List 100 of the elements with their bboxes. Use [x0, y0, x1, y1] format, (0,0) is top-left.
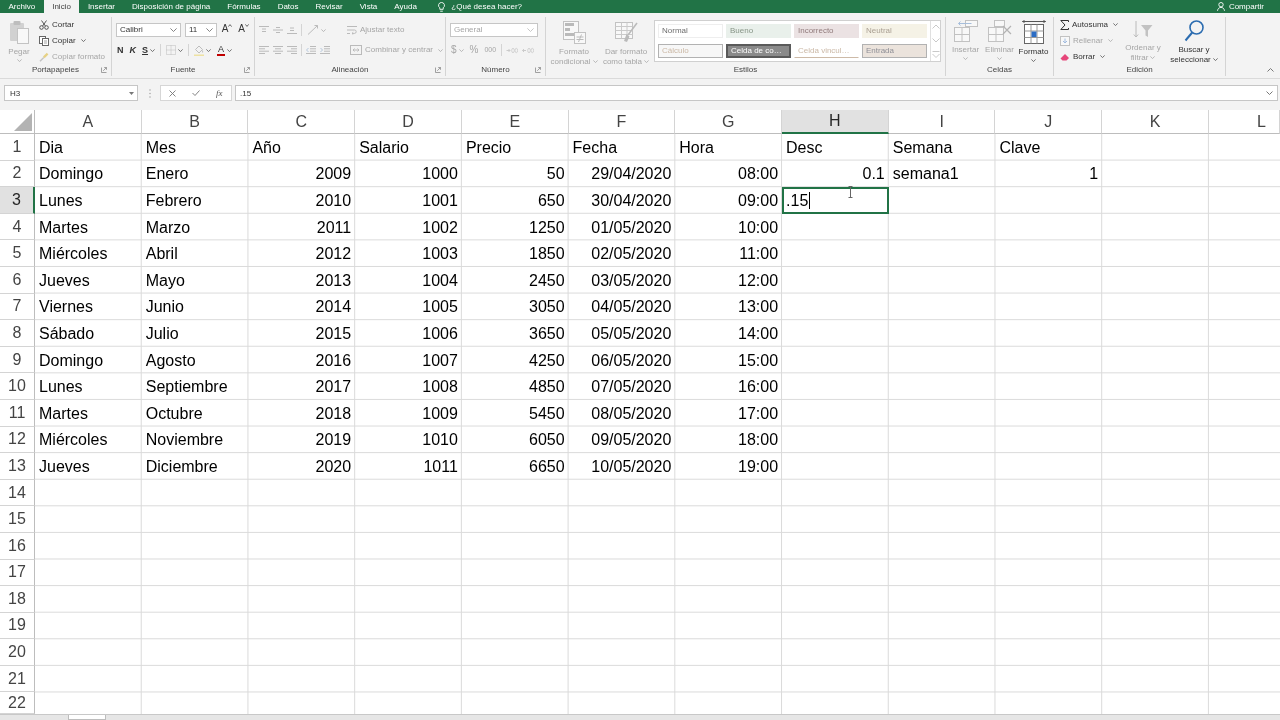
autosum-button[interactable]: Autosuma	[1058, 17, 1121, 32]
row-header[interactable]: 3	[0, 187, 35, 214]
table-cell-text: 30/04/2020	[590, 191, 673, 211]
borders-button[interactable]	[165, 43, 184, 57]
table-cell-text: Semana	[891, 137, 954, 158]
row-header[interactable]: 19	[0, 612, 35, 640]
menu-tab[interactable]: Vista	[351, 0, 386, 13]
sheet-tab[interactable]	[68, 715, 106, 720]
table-cell-text: 50	[545, 164, 566, 185]
name-box[interactable]: H3	[4, 85, 138, 101]
menu-tab[interactable]: Disposición de página	[123, 0, 219, 13]
bold-button[interactable]: N	[116, 43, 125, 57]
font-size-field[interactable]: 11	[184, 23, 217, 37]
font-color-button[interactable]: A	[216, 43, 233, 57]
menu-tab[interactable]: Fórmulas	[218, 0, 270, 13]
row-header[interactable]: 6	[0, 266, 35, 294]
column-header[interactable]: A	[35, 110, 142, 134]
find-select-button[interactable]: Buscar y seleccionar	[1166, 17, 1223, 64]
row-header[interactable]: 2	[0, 160, 35, 188]
scissors-icon	[39, 19, 49, 30]
formula-input[interactable]: .15	[235, 85, 1278, 101]
copy-button[interactable]: Copiar	[37, 33, 107, 48]
cut-button[interactable]: Cortar	[37, 17, 107, 32]
row-header[interactable]: 4	[0, 213, 35, 241]
delete-cells-icon	[987, 20, 1012, 42]
tell-me-search[interactable]: ¿Qué desea hacer?	[438, 0, 523, 13]
row-header[interactable]: 15	[0, 506, 35, 533]
dialog-launcher-icon[interactable]	[535, 67, 541, 73]
menu-tab[interactable]: Archivo	[0, 0, 44, 13]
clear-button[interactable]: Borrar	[1058, 49, 1121, 64]
column-header[interactable]: I	[888, 110, 996, 134]
row-header[interactable]: 12	[0, 426, 35, 454]
row-header[interactable]: 14	[0, 479, 35, 507]
column-header[interactable]: F	[568, 110, 676, 134]
font-name-field[interactable]: Calibri	[116, 23, 181, 37]
caret-icon	[1031, 59, 1036, 62]
table-cell-text: Febrero	[144, 191, 203, 211]
row-header[interactable]: 16	[0, 532, 35, 560]
menu-tab[interactable]: Ayuda	[385, 0, 426, 13]
menu-tab[interactable]: Inicio	[43, 0, 80, 13]
table-cell-text: Lunes	[38, 191, 84, 211]
format-cells-button[interactable]: Formato	[1018, 17, 1049, 64]
column-header[interactable]: D	[355, 110, 462, 134]
sigma-icon	[1060, 19, 1069, 30]
cell-input[interactable]: .15	[782, 187, 889, 214]
check-icon[interactable]	[192, 90, 200, 96]
table-cell-text: 1011	[422, 456, 459, 477]
grow-font-button[interactable]: A	[220, 23, 234, 37]
table-cell-text: 3650	[528, 323, 566, 344]
column-header[interactable]: C	[248, 110, 356, 134]
collapse-ribbon-icon[interactable]	[1267, 68, 1274, 72]
table-cell-text: Viernes	[38, 297, 94, 318]
column-header[interactable]: J	[995, 110, 1103, 134]
column-header[interactable]: G	[675, 110, 783, 134]
table-cell-text: Lunes	[38, 377, 84, 398]
menu-tab[interactable]: Datos	[269, 0, 308, 13]
row-header[interactable]: 13	[0, 453, 35, 480]
row-header[interactable]: 21	[0, 665, 35, 693]
caret-icon	[644, 60, 650, 63]
caret-icon	[178, 48, 183, 52]
insert-function-button[interactable]: fx	[216, 88, 223, 98]
italic-button[interactable]: K	[128, 43, 137, 57]
column-header[interactable]: L	[1208, 110, 1280, 134]
dialog-launcher-icon[interactable]	[435, 67, 441, 73]
table-cell-text: Precio	[464, 137, 513, 158]
row-header[interactable]: 8	[0, 320, 35, 347]
table-cell-text: Sábado	[38, 323, 96, 344]
menu-tab[interactable]: Insertar	[79, 0, 124, 13]
group-label: Portapapeles	[31, 65, 80, 75]
table-cell-text: Septiembre	[144, 377, 229, 398]
cancel-icon[interactable]	[169, 89, 176, 97]
table-cell-text: 0.1	[861, 164, 886, 185]
column-header[interactable]: E	[461, 110, 569, 134]
row-header[interactable]: 7	[0, 293, 35, 321]
table-cell-text: 19:00	[737, 456, 780, 477]
shrink-font-button[interactable]: A	[237, 23, 250, 37]
row-header[interactable]: 18	[0, 586, 35, 613]
fill-color-button[interactable]	[193, 43, 212, 57]
select-all-button[interactable]	[0, 110, 35, 134]
column-header[interactable]: H	[782, 110, 889, 134]
row-header[interactable]: 1	[0, 134, 35, 161]
menu-tab[interactable]: Revisar	[307, 0, 352, 13]
underline-button[interactable]: S	[141, 43, 156, 57]
row-header[interactable]: 22	[0, 692, 35, 714]
row-header[interactable]: 11	[0, 399, 35, 427]
caret-icon	[458, 48, 464, 52]
share-button[interactable]: Compartir	[1216, 0, 1264, 13]
column-header[interactable]: K	[1102, 110, 1209, 134]
row-header[interactable]: 10	[0, 373, 35, 400]
table-cell-text: 10/05/2020	[590, 456, 673, 477]
row-header[interactable]: 5	[0, 240, 35, 267]
expand-icon[interactable]	[1266, 91, 1273, 95]
row-header[interactable]: 20	[0, 639, 35, 666]
dialog-launcher-icon[interactable]	[244, 67, 250, 73]
row-header[interactable]: 17	[0, 559, 35, 587]
column-header[interactable]: B	[141, 110, 249, 134]
row-header[interactable]: 9	[0, 346, 35, 374]
table-cell-text: semana1	[891, 164, 960, 185]
table-cell-text: Dia	[38, 137, 64, 158]
dialog-launcher-icon[interactable]	[101, 67, 107, 73]
